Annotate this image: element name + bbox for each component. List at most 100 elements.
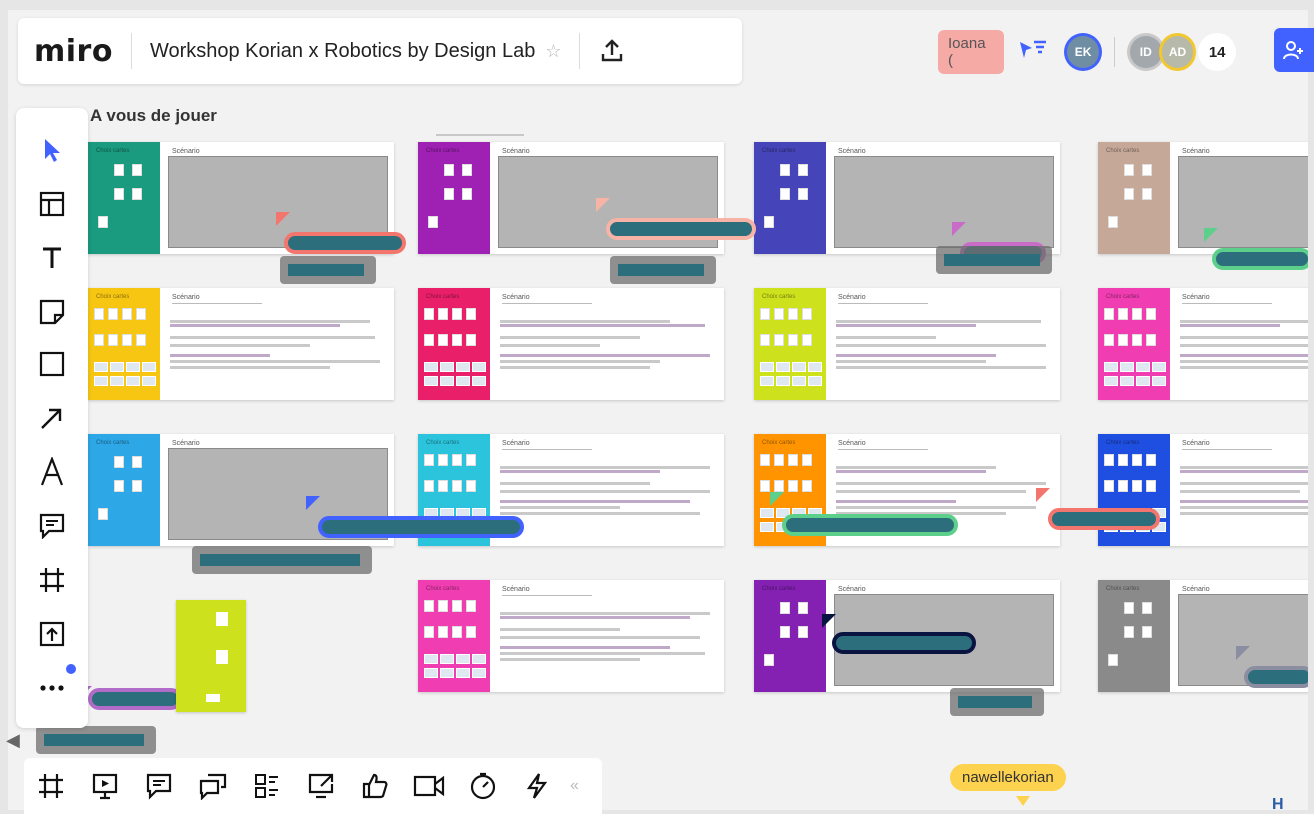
scenario-text-line	[1180, 354, 1308, 357]
video-call-button[interactable]	[402, 766, 456, 806]
topbar-divider-2	[579, 33, 581, 69]
card-thumbnail	[1104, 454, 1114, 466]
avatar[interactable]: EK	[1064, 33, 1102, 71]
card-thumbnail	[760, 308, 770, 320]
scenario-text-line	[170, 360, 380, 363]
comments-button[interactable]	[132, 766, 186, 806]
templates-tool[interactable]	[32, 184, 72, 224]
sticky-note-icon	[39, 299, 65, 325]
collaborator-cursor-arrow	[1236, 646, 1250, 660]
scenario-label: Scénario	[838, 586, 866, 593]
scenario-text-line	[500, 612, 710, 615]
card-thumbnail	[1142, 188, 1152, 200]
card-thumbnail	[764, 216, 774, 228]
timer-button[interactable]	[456, 766, 510, 806]
scenario-card[interactable]: Choix cartes Scénario	[754, 142, 1060, 254]
inactive-cursor-label	[192, 546, 372, 574]
scenario-underline	[1182, 449, 1272, 450]
card-thumbnail	[774, 308, 784, 320]
card-photo-thumb	[760, 376, 774, 386]
sticky-note-tool[interactable]	[32, 292, 72, 332]
card-thumbnail	[122, 308, 132, 320]
avatar[interactable]: AD	[1158, 33, 1197, 71]
scenario-text-line	[500, 628, 620, 631]
upload-tool[interactable]	[32, 614, 72, 654]
scenario-text-line	[836, 354, 996, 357]
frame-title[interactable]: A vous de jouer	[90, 106, 217, 126]
yellow-card[interactable]	[176, 600, 246, 712]
miro-logo[interactable]: miro	[34, 34, 113, 69]
voting-button[interactable]	[348, 766, 402, 806]
card-photo-thumb	[1120, 362, 1134, 372]
notification-dot	[66, 664, 76, 674]
card-color-panel: Choix cartes	[754, 580, 826, 692]
collapse-toolbar-icon[interactable]: «	[570, 777, 579, 795]
scenario-card[interactable]: Choix cartes Scénario	[754, 288, 1060, 400]
export-button[interactable]	[594, 33, 630, 69]
presentation-button[interactable]	[78, 766, 132, 806]
card-side-title: Choix cartes	[96, 440, 130, 446]
card-side-title: Choix cartes	[762, 148, 796, 154]
frames-panel-button[interactable]	[24, 766, 78, 806]
collaborator-count[interactable]: 14	[1198, 33, 1236, 71]
card-thumbnail	[1146, 308, 1156, 320]
card-photo-thumb	[126, 362, 140, 372]
comment-tool[interactable]	[32, 506, 72, 546]
card-photo-thumb	[472, 362, 486, 372]
card-list-button[interactable]	[240, 766, 294, 806]
card-thumbnail	[438, 454, 448, 466]
card-thumbnail	[94, 308, 104, 320]
pen-tool[interactable]	[32, 452, 72, 492]
chat-button[interactable]	[186, 766, 240, 806]
scenario-card[interactable]: Choix cartes Scénario	[1098, 142, 1308, 254]
card-thumbnail	[788, 334, 798, 346]
collaborator-cursor-label	[1212, 248, 1308, 270]
card-photo-thumb	[440, 654, 454, 664]
board-canvas[interactable]: A vous de jouer Choix cartes Scénario Choi…	[8, 10, 1308, 810]
screen-share-button[interactable]	[294, 766, 348, 806]
collaborator-cursor-arrow	[276, 212, 290, 226]
card-color-panel: Choix cartes	[88, 142, 160, 254]
shape-tool[interactable]	[32, 344, 72, 384]
select-tool[interactable]	[32, 130, 72, 170]
card-thumbnail	[98, 216, 108, 228]
board-title[interactable]: Workshop Korian x Robotics by Design Lab	[150, 40, 535, 63]
bottom-toolbar: «	[24, 758, 602, 814]
top-bar: miro Workshop Korian x Robotics by Desig…	[18, 18, 742, 84]
card-photo-thumb	[110, 362, 124, 372]
scenario-text-line	[836, 490, 1026, 493]
card-thumbnail	[764, 654, 774, 666]
card-color-panel: Choix cartes	[1098, 142, 1170, 254]
more-tools[interactable]	[32, 668, 72, 708]
card-photo-thumb	[1136, 376, 1150, 386]
card-thumbnail	[1142, 164, 1152, 176]
frame-tool[interactable]	[32, 560, 72, 600]
collapse-left-icon[interactable]: ◀	[6, 730, 20, 751]
card-photo-thumb	[808, 362, 822, 372]
connector-tool[interactable]	[32, 398, 72, 438]
scenario-text-line	[170, 336, 375, 339]
card-color-panel: Choix cartes	[418, 580, 490, 692]
scenario-text-line	[500, 360, 660, 363]
card-side-title: Choix cartes	[762, 294, 796, 300]
card-photo-thumb	[440, 362, 454, 372]
scenario-card[interactable]: Choix cartes Scénario	[418, 580, 724, 692]
topbar-divider	[130, 33, 132, 69]
text-tool[interactable]	[32, 238, 72, 278]
card-color-panel: Choix cartes	[418, 142, 490, 254]
scenario-card[interactable]: Choix cartes Scénario	[1098, 288, 1308, 400]
collaborator-name-pill[interactable]: Ioana (	[938, 30, 1005, 74]
star-icon[interactable]: ☆	[545, 41, 561, 62]
card-thumbnail	[438, 334, 448, 346]
scenario-card[interactable]: Choix cartes Scénario	[418, 288, 724, 400]
scenario-label: Scénario	[502, 148, 530, 155]
share-screen-icon	[308, 773, 334, 799]
card-color-panel: Choix cartes	[1098, 580, 1170, 692]
card-photo-thumb	[1152, 362, 1166, 372]
thumbs-up-icon	[362, 773, 388, 799]
share-button[interactable]	[1274, 28, 1314, 72]
text-icon	[43, 247, 61, 268]
scenario-card[interactable]: Choix cartes Scénario	[88, 288, 394, 400]
follow-cursor-icon[interactable]	[1018, 38, 1048, 67]
apps-button[interactable]	[510, 766, 564, 806]
